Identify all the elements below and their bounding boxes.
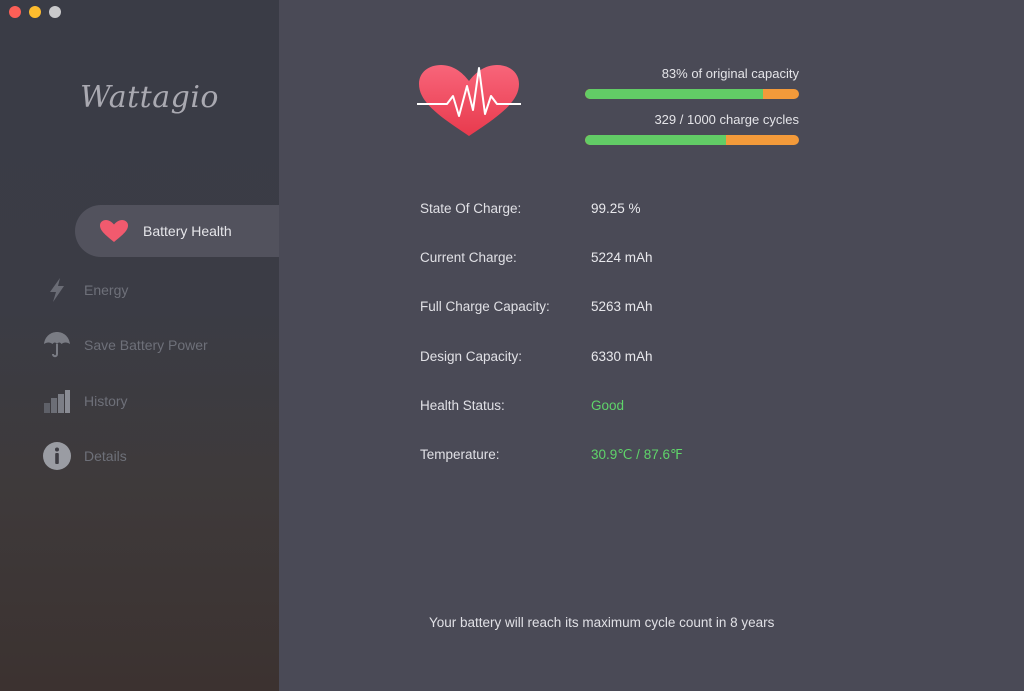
sidebar-item-label: Energy [84, 282, 129, 298]
info-row-current-charge: Current Charge: 5224 mAh [420, 250, 653, 265]
sidebar-item-label: Battery Health [143, 223, 232, 239]
info-value: 99.25 % [591, 201, 641, 216]
temperature-value: 30.9℃ / 87.6℉ [591, 447, 683, 462]
info-value: 6330 mAh [591, 349, 653, 364]
cycles-label: 329 / 1000 charge cycles [654, 112, 799, 127]
info-value: 5263 mAh [591, 299, 653, 314]
zoom-button[interactable] [49, 6, 61, 18]
sidebar-item-history[interactable]: History [42, 381, 279, 421]
capacity-bar-fill [585, 89, 763, 99]
info-icon [42, 441, 72, 471]
heart-pulse-icon [417, 62, 521, 138]
sidebar-item-battery-health[interactable]: Battery Health [75, 205, 279, 257]
info-row-design-capacity: Design Capacity: 6330 mAh [420, 349, 653, 364]
cycles-bar [585, 135, 799, 145]
umbrella-icon [42, 330, 72, 360]
sidebar-item-label: Save Battery Power [84, 337, 208, 353]
info-value: 5224 mAh [591, 250, 653, 265]
info-row-health-status: Health Status: Good [420, 398, 624, 413]
app-logo: Wattagio [80, 80, 219, 115]
heart-icon [99, 216, 133, 246]
cycles-bar-fill [585, 135, 727, 145]
info-row-state-of-charge: State Of Charge: 99.25 % [420, 201, 641, 216]
info-row-temperature: Temperature: 30.9℃ / 87.6℉ [420, 447, 683, 463]
info-key: Full Charge Capacity: [420, 299, 550, 314]
main-panel: 83% of original capacity 329 / 1000 char… [279, 0, 1024, 691]
info-key: Design Capacity: [420, 349, 523, 364]
sidebar-item-energy[interactable]: Energy [42, 270, 279, 310]
cycle-forecast-text: Your battery will reach its maximum cycl… [429, 615, 775, 630]
health-status-value: Good [591, 398, 625, 413]
info-key: Temperature: [420, 447, 500, 462]
sidebar: Wattagio Battery Health Energy Save Batt… [0, 0, 279, 691]
info-row-full-charge-capacity: Full Charge Capacity: 5263 mAh [420, 299, 653, 314]
info-key: Current Charge: [420, 250, 517, 265]
close-button[interactable] [9, 6, 21, 18]
info-key: State Of Charge: [420, 201, 522, 216]
capacity-bar [585, 89, 799, 99]
lightning-icon [42, 275, 72, 305]
window-controls [9, 6, 61, 18]
cycles-meter: 329 / 1000 charge cycles [585, 112, 799, 145]
sidebar-item-details[interactable]: Details [42, 436, 279, 476]
sidebar-item-save-battery-power[interactable]: Save Battery Power [42, 325, 279, 365]
info-key: Health Status: [420, 398, 505, 413]
sidebar-item-label: History [84, 393, 128, 409]
sidebar-item-label: Details [84, 448, 127, 464]
capacity-label: 83% of original capacity [661, 66, 799, 81]
minimize-button[interactable] [29, 6, 41, 18]
capacity-meter: 83% of original capacity [585, 66, 799, 99]
bar-chart-icon [42, 386, 72, 416]
